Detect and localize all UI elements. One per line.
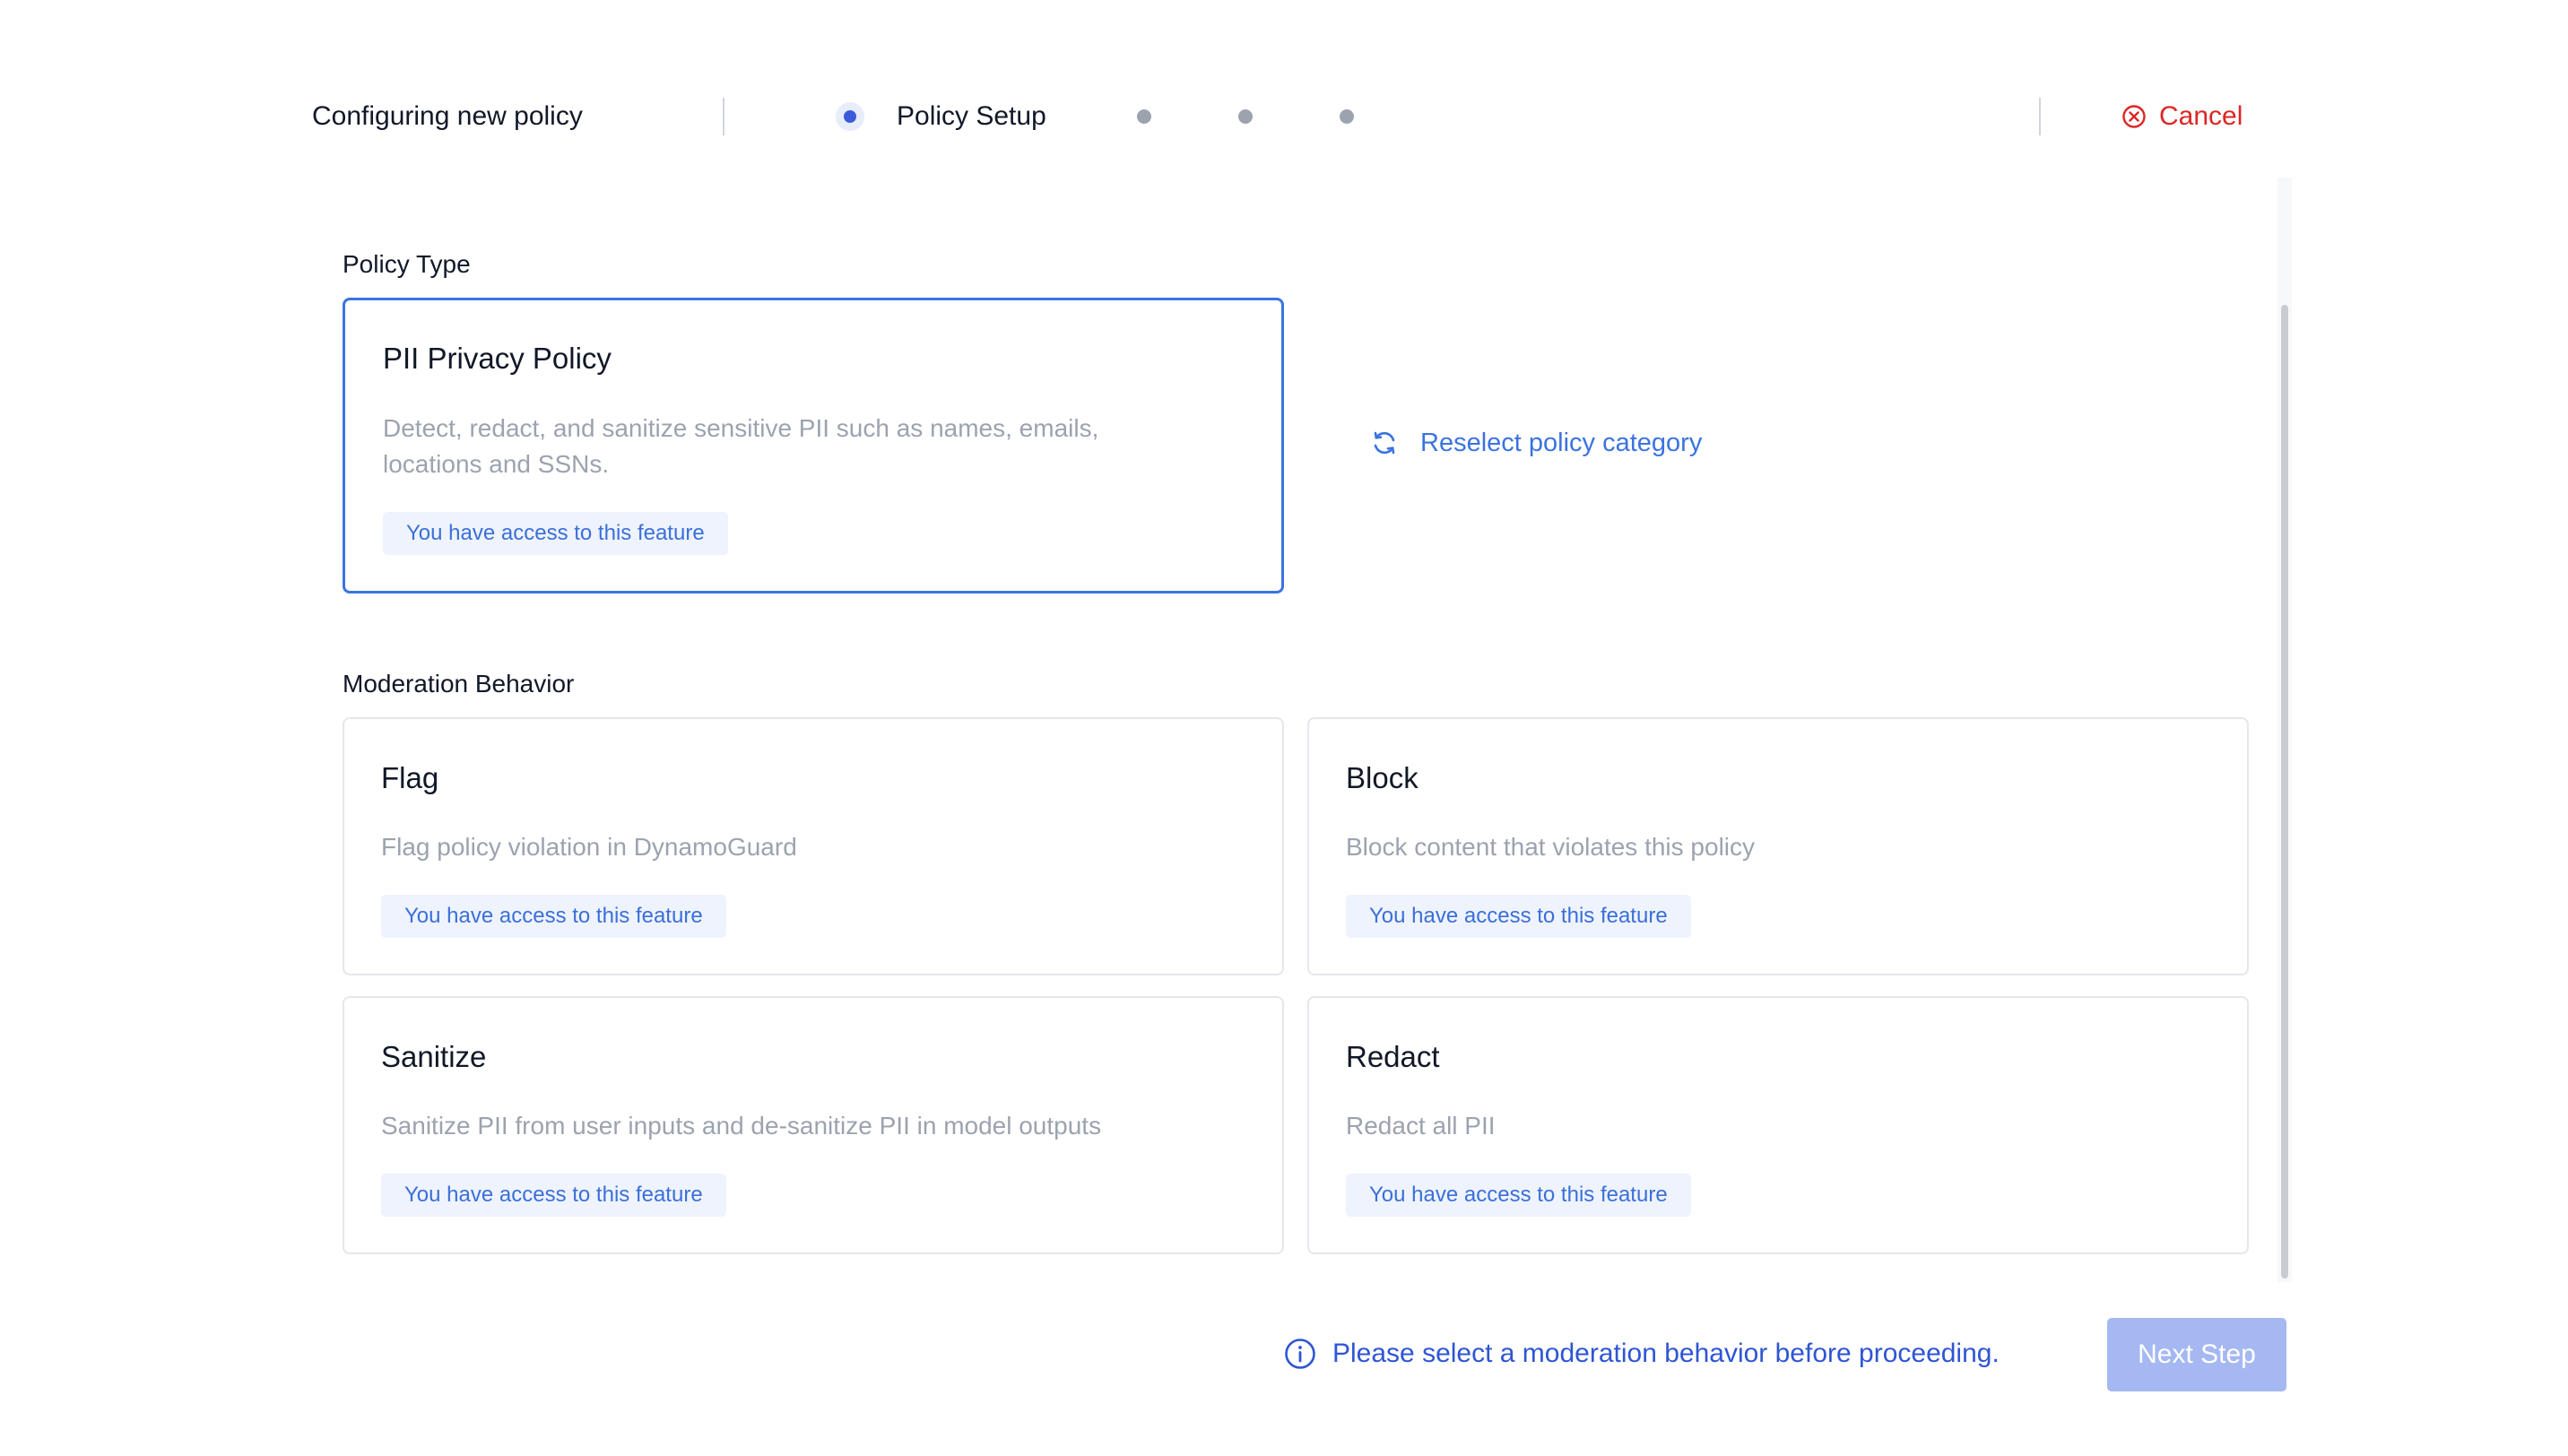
step-indicator-active: [836, 102, 864, 131]
access-badge: You have access to this feature: [1346, 1174, 1691, 1217]
reselect-label: Reselect policy category: [1420, 428, 1703, 457]
moderation-option-flag[interactable]: Flag Flag policy violation in DynamoGuar…: [343, 717, 1284, 975]
header-divider-right: [2039, 98, 2041, 135]
option-title: Sanitize: [381, 1040, 487, 1073]
step-indicator-3: [1238, 109, 1253, 124]
option-title: Flag: [381, 761, 439, 794]
step-indicator-4: [1340, 109, 1354, 124]
moderation-option-sanitize[interactable]: Sanitize Sanitize PII from user inputs a…: [343, 996, 1284, 1254]
option-description: Redact all PII: [1346, 1112, 1496, 1140]
page-title: Configuring new policy: [312, 101, 583, 131]
moderation-option-redact[interactable]: Redact Redact all PII You have access to…: [1307, 996, 2249, 1254]
validation-message-text: Please select a moderation behavior befo…: [1332, 1339, 2000, 1368]
policy-type-card[interactable]: PII Privacy Policy Detect, redact, and s…: [343, 298, 1284, 594]
option-title: Redact: [1346, 1040, 1440, 1073]
header-divider-left: [723, 98, 724, 135]
info-icon: [1285, 1339, 1315, 1369]
option-description: Flag policy violation in DynamoGuard: [381, 833, 797, 861]
access-badge: You have access to this feature: [381, 1174, 726, 1217]
option-title: Block: [1346, 761, 1418, 794]
step-label-policy-setup: Policy Setup: [897, 101, 1046, 131]
refresh-icon: [1374, 431, 1395, 455]
access-badge: You have access to this feature: [381, 895, 726, 938]
moderation-behavior-heading: Moderation Behavior: [343, 670, 575, 698]
cancel-button[interactable]: Cancel: [2121, 95, 2243, 138]
policy-type-card-description-1: Detect, redact, and sanitize sensitive P…: [383, 414, 1099, 442]
access-badge: You have access to this feature: [1346, 895, 1691, 938]
scrollbar-thumb[interactable]: [2281, 305, 2288, 1278]
access-badge: You have access to this feature: [383, 512, 728, 555]
policy-type-card-description-2: locations and SSNs.: [383, 450, 610, 478]
policy-type-card-title: PII Privacy Policy: [383, 342, 612, 375]
step-indicator-2: [1137, 109, 1151, 124]
cancel-label: Cancel: [2159, 101, 2243, 131]
validation-message: Please select a moderation behavior befo…: [1284, 1334, 2000, 1374]
option-description: Sanitize PII from user inputs and de-san…: [381, 1112, 1102, 1140]
moderation-option-block[interactable]: Block Block content that violates this p…: [1307, 717, 2249, 975]
policy-type-heading: Policy Type: [343, 250, 471, 278]
reselect-policy-category-link[interactable]: Reselect policy category: [1370, 423, 1702, 463]
next-step-button[interactable]: Next Step: [2107, 1318, 2286, 1391]
option-description: Block content that violates this policy: [1346, 833, 1756, 861]
circle-x-icon: [2122, 105, 2146, 128]
